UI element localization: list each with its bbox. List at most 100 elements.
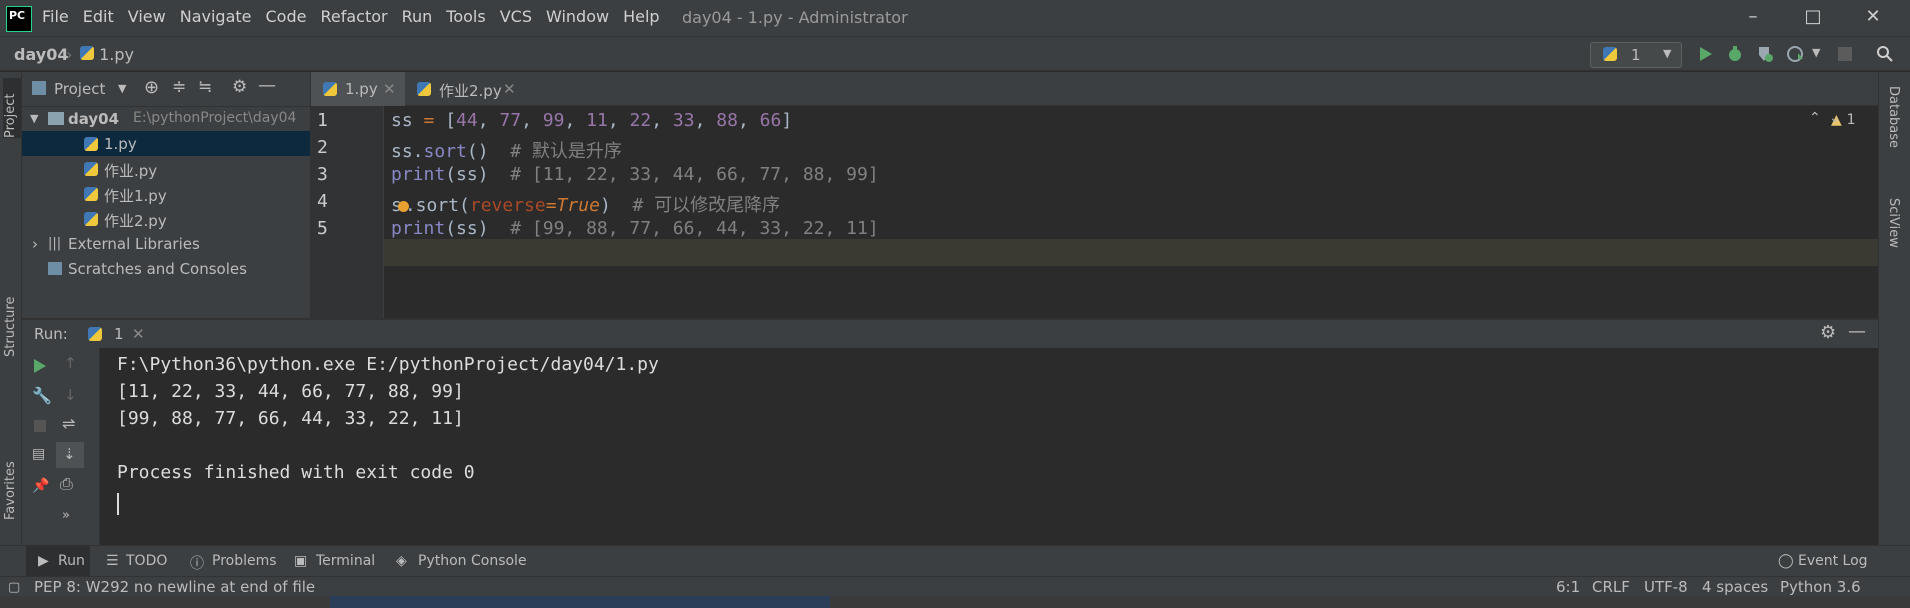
scroll-to-end-icon[interactable]: ⇣ [56, 442, 84, 468]
expand-all-icon[interactable]: ≑ [172, 77, 186, 97]
collapse-all-icon[interactable]: ≒ [198, 77, 212, 97]
soft-wrap-icon[interactable]: ⇌ [62, 414, 75, 433]
more-icon[interactable]: » [62, 508, 70, 523]
bottom-tab-problems[interactable]: Problems [212, 553, 277, 569]
sciview-tool-tab[interactable]: SciView [1886, 198, 1901, 248]
debug-icon[interactable] [1726, 45, 1744, 63]
menu-window[interactable]: Window [546, 7, 609, 26]
chevron-up-icon[interactable]: ⌃ [1809, 110, 1821, 126]
bottom-tab-terminal[interactable]: Terminal [316, 553, 375, 569]
project-tool-tab[interactable]: Project [3, 78, 21, 138]
stop-icon[interactable] [1838, 47, 1852, 61]
file-encoding[interactable]: UTF-8 [1644, 578, 1688, 596]
more-run-options-icon[interactable]: ▼ [1812, 46, 1820, 59]
layout-icon[interactable]: ▤ [32, 446, 45, 462]
caret-position[interactable]: 6:1 [1556, 578, 1580, 596]
menu-code[interactable]: Code [266, 7, 307, 26]
menu-run[interactable]: Run [402, 7, 433, 26]
code-comment: # [99, 88, 77, 66, 44, 33, 22, 11] [488, 218, 879, 239]
code-token: , [564, 110, 587, 131]
code-line-2: ss.sort() # 默认是升序 [391, 137, 622, 163]
code-token: , [737, 110, 760, 131]
close-icon[interactable]: ✕ [383, 80, 396, 98]
status-window-icon[interactable]: ▢ [8, 580, 20, 595]
indent-guide [383, 106, 384, 318]
tree-node-external-libraries[interactable]: › ||| External Libraries [22, 231, 310, 256]
menu-tools[interactable]: Tools [446, 7, 485, 26]
console-line: F:\Python36\python.exe E:/pythonProject/… [117, 354, 659, 375]
code-comment: # 默认是升序 [488, 141, 622, 162]
tab-1py[interactable]: 1.py ✕ [311, 72, 405, 109]
print-icon[interactable]: ⎙ [60, 474, 73, 494]
status-message[interactable]: PEP 8: W292 no newline at end of file [34, 578, 315, 596]
project-view-select[interactable]: Project [54, 80, 105, 98]
hide-panel-icon[interactable]: — [1848, 321, 1866, 342]
tree-node-day04[interactable]: ▼ day04 E:\pythonProject\day04 [22, 106, 310, 131]
run-tab-1[interactable]: 1 ✕ [76, 320, 152, 351]
arrow-down-icon[interactable]: ↓ [64, 386, 77, 404]
menu-navigate[interactable]: Navigate [180, 7, 252, 26]
bottom-tab-todo[interactable]: TODO [126, 553, 167, 569]
code-token: ss. [391, 141, 424, 162]
run-configuration-select[interactable]: 1 ▼ [1590, 42, 1682, 68]
run-console[interactable]: F:\Python36\python.exe E:/pythonProject/… [100, 348, 1878, 545]
rerun-icon[interactable] [32, 358, 48, 374]
close-window-button[interactable]: ✕ [1858, 6, 1888, 30]
menu-vcs[interactable]: VCS [500, 7, 532, 26]
breadcrumb-file[interactable]: 1.py [80, 45, 134, 64]
tree-file-zuoye[interactable]: 作业.py [22, 156, 310, 181]
menu-refactor[interactable]: Refactor [320, 7, 387, 26]
tree-node-scratches[interactable]: Scratches and Consoles [22, 256, 310, 281]
code-token: 33 [672, 110, 695, 131]
line-separator[interactable]: CRLF [1592, 578, 1630, 596]
chevron-down-icon[interactable]: ⌄ [1829, 110, 1841, 126]
maximize-button[interactable]: □ [1798, 6, 1828, 30]
tree-node-label: Scratches and Consoles [68, 260, 247, 278]
chevron-down-icon[interactable]: ▼ [30, 112, 38, 125]
python-icon [88, 327, 102, 341]
chevron-down-icon[interactable]: ▼ [118, 82, 126, 95]
locate-icon[interactable]: ⊕ [144, 77, 159, 98]
tree-file-zuoye2[interactable]: 作业2.py [22, 206, 310, 231]
python-interpreter[interactable]: Python 3.6 [1780, 578, 1861, 596]
tab-zuoye2[interactable]: 作业2.py ✕ [407, 72, 519, 106]
menu-view[interactable]: View [128, 7, 166, 26]
pin-icon[interactable]: 📌 [32, 478, 49, 494]
tree-file-1py[interactable]: 1.py [22, 131, 310, 156]
gear-icon[interactable]: ⚙ [232, 77, 247, 97]
indent-setting[interactable]: 4 spaces [1702, 578, 1768, 596]
minimize-button[interactable]: – [1738, 6, 1768, 30]
code-token: 77 [499, 110, 522, 131]
code-token: 88 [716, 110, 738, 131]
bottom-tab-run[interactable]: ▶ Run [26, 546, 90, 577]
search-icon[interactable] [1876, 45, 1894, 63]
close-icon[interactable]: ✕ [503, 80, 516, 98]
hide-panel-icon[interactable]: — [258, 75, 276, 96]
profile-icon[interactable] [1786, 45, 1804, 63]
menu-file[interactable]: File [42, 7, 69, 26]
database-tool-tab[interactable]: Database [1886, 86, 1901, 148]
breadcrumb-separator: › [66, 45, 73, 64]
bottom-tab-label: Run [58, 553, 85, 569]
gear-icon[interactable]: ⚙ [1820, 322, 1836, 343]
menu-help[interactable]: Help [623, 7, 659, 26]
favorites-tool-tab[interactable]: Favorites [3, 450, 18, 520]
tree-file-label: 作业1.py [104, 187, 167, 205]
coverage-icon[interactable] [1756, 45, 1774, 63]
editor-scrollbar[interactable] [1863, 106, 1873, 318]
code-editor[interactable]: 1 2 3 4 5 ss = [44, 77, 99, 11, 22, 33, … [311, 106, 1879, 318]
stop-icon[interactable] [34, 420, 46, 432]
run-icon[interactable] [1696, 45, 1714, 63]
event-log-button[interactable]: Event Log [1798, 553, 1868, 569]
chevron-right-icon[interactable]: › [32, 235, 38, 253]
bottom-tab-python-console[interactable]: Python Console [418, 553, 527, 569]
menu-edit[interactable]: Edit [83, 7, 114, 26]
line-number: 4 [317, 191, 328, 212]
breadcrumb-project[interactable]: day04 [14, 45, 68, 64]
arrow-up-icon[interactable]: ↑ [64, 354, 77, 372]
run-icon: ▶ [38, 553, 49, 569]
structure-tool-tab[interactable]: Structure [3, 282, 18, 357]
wrench-icon[interactable]: 🔧 [32, 386, 52, 405]
close-icon[interactable]: ✕ [132, 325, 145, 343]
tree-file-zuoye1[interactable]: 作业1.py [22, 181, 310, 206]
